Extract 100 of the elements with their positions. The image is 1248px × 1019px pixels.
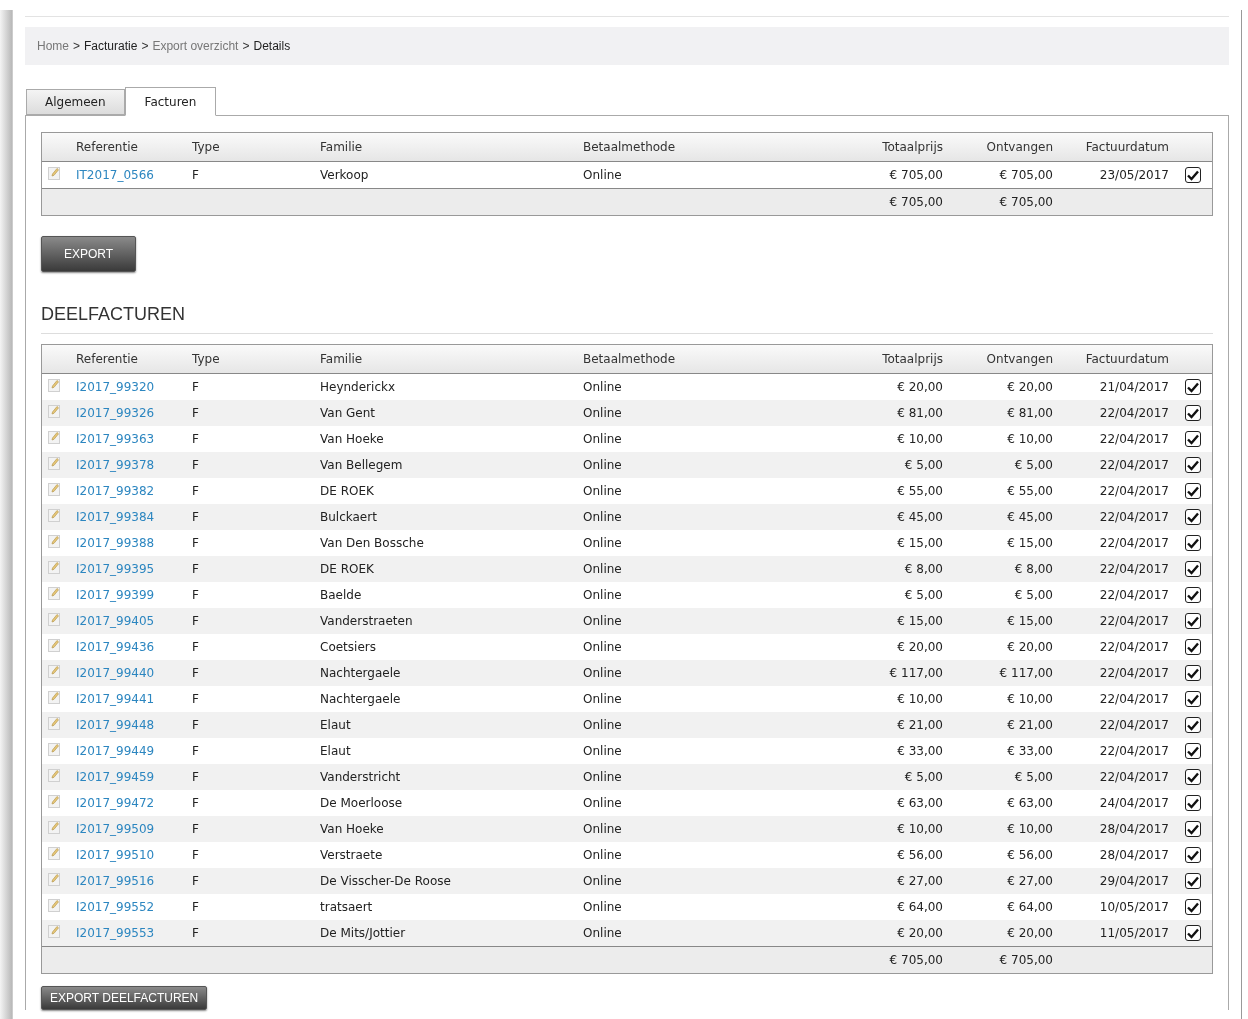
reference-link[interactable]: I2017_99552 xyxy=(72,900,155,914)
table-cell-text: Online xyxy=(582,744,623,758)
table-cell-text: F xyxy=(191,168,200,182)
checkbox[interactable] xyxy=(1185,613,1201,629)
table-cell-text: Van Hoeke xyxy=(319,432,385,446)
table-cell-text: F xyxy=(191,744,200,758)
checkbox[interactable] xyxy=(1185,167,1201,183)
checkbox[interactable] xyxy=(1185,665,1201,681)
export-button[interactable]: EXPORT xyxy=(41,236,137,272)
reference-link[interactable]: I2017_99405 xyxy=(72,614,155,628)
checkbox[interactable] xyxy=(1185,483,1201,499)
table-cell-text: F xyxy=(191,484,200,498)
table-cell-text: 22/04/2017 xyxy=(1098,614,1170,628)
checkbox[interactable] xyxy=(1185,769,1201,785)
reference-link[interactable]: I2017_99516 xyxy=(72,874,155,888)
reference-link[interactable]: I2017_99510 xyxy=(72,848,155,862)
table-cell-text: 11/05/2017 xyxy=(1098,926,1170,940)
reference-link[interactable]: I2017_99326 xyxy=(72,406,155,420)
column-header: Type xyxy=(191,140,221,154)
checkbox[interactable] xyxy=(1185,795,1201,811)
reference-link[interactable]: I2017_99388 xyxy=(72,536,155,550)
table-cell-text: € 56,00 xyxy=(1006,848,1054,862)
tab[interactable]: Algemeen xyxy=(26,89,125,115)
reference-link[interactable]: I2017_99472 xyxy=(72,796,155,810)
checkbox[interactable] xyxy=(1185,431,1201,447)
checkbox[interactable] xyxy=(1185,691,1201,707)
table-cell-text: Van Hoeke xyxy=(319,822,385,836)
table-cell-text: € 64,00 xyxy=(896,900,944,914)
table-cell-text: 23/05/2017 xyxy=(1098,168,1170,182)
reference-link[interactable]: I2017_99395 xyxy=(72,562,155,576)
checkbox[interactable] xyxy=(1185,925,1201,941)
checkbox[interactable] xyxy=(1185,639,1201,655)
breadcrumb-link[interactable]: Home xyxy=(37,39,69,53)
reference-link[interactable]: I2017_99363 xyxy=(72,432,155,446)
reference-link[interactable]: I2017_99382 xyxy=(72,484,155,498)
checkbox[interactable] xyxy=(1185,457,1201,473)
table-cell-text: Online xyxy=(582,666,623,680)
checkbox[interactable] xyxy=(1185,379,1201,395)
table-cell-text: € 55,00 xyxy=(896,484,944,498)
table-cell-text: € 63,00 xyxy=(896,796,944,810)
table-cell-text: tratsaert xyxy=(319,900,374,914)
checkbox[interactable] xyxy=(1185,821,1201,837)
breadcrumb-link[interactable]: Export overzicht xyxy=(152,39,239,53)
table-cell-text: 29/04/2017 xyxy=(1098,874,1170,888)
reference-link[interactable]: I2017_99378 xyxy=(72,458,155,472)
reference-link[interactable]: I2017_99448 xyxy=(72,718,155,732)
column-header: Factuurdatum xyxy=(1084,352,1170,366)
table-cell-text: F xyxy=(191,926,200,940)
table-cell-text: 22/04/2017 xyxy=(1098,562,1170,576)
checkbox[interactable] xyxy=(1185,561,1201,577)
column-header: Betaalmethode xyxy=(582,352,677,366)
table-cell-text: Online xyxy=(582,168,623,182)
table-cell-text: DE ROEK xyxy=(319,484,375,498)
reference-link[interactable]: I2017_99441 xyxy=(72,692,155,706)
checkbox[interactable] xyxy=(1185,873,1201,889)
table-cell-text: 22/04/2017 xyxy=(1098,432,1170,446)
checkbox[interactable] xyxy=(1185,717,1201,733)
total-cell-text: € 705,00 xyxy=(998,195,1054,209)
table-cell-text: € 8,00 xyxy=(1013,562,1054,576)
table-cell-text: Online xyxy=(582,718,623,732)
table-cell-text: 22/04/2017 xyxy=(1098,510,1170,524)
table-cell-text: € 45,00 xyxy=(1006,510,1054,524)
table-cell-text: F xyxy=(191,796,200,810)
reference-link[interactable]: I2017_99459 xyxy=(72,770,155,784)
reference-link[interactable]: I2017_99436 xyxy=(72,640,155,654)
checkbox[interactable] xyxy=(1185,535,1201,551)
table-cell-text: 21/04/2017 xyxy=(1098,380,1170,394)
breadcrumb-item: Details xyxy=(253,39,291,53)
table-cell-text: Nachtergaele xyxy=(319,692,402,706)
table-cell-text: Online xyxy=(582,822,623,836)
reference-link[interactable]: I2017_99440 xyxy=(72,666,155,680)
checkbox[interactable] xyxy=(1185,509,1201,525)
column-header: Ontvangen xyxy=(985,352,1054,366)
reference-link[interactable]: I2017_99384 xyxy=(72,510,155,524)
reference-link[interactable]: I2017_99553 xyxy=(72,926,155,940)
table-cell-text: F xyxy=(191,640,200,654)
export-button[interactable]: EXPORT DEELFACTUREN xyxy=(41,986,208,1010)
column-header: Totaalprijs xyxy=(881,140,944,154)
checkbox[interactable] xyxy=(1185,405,1201,421)
checkbox[interactable] xyxy=(1185,847,1201,863)
checkbox[interactable] xyxy=(1185,899,1201,915)
reference-link[interactable]: I2017_99320 xyxy=(72,380,155,394)
table-cell-text: € 5,00 xyxy=(1013,770,1054,784)
table-cell-text: Coetsiers xyxy=(319,640,377,654)
reference-link[interactable]: I2017_99509 xyxy=(72,822,155,836)
table-cell-text: € 10,00 xyxy=(896,692,944,706)
reference-link[interactable]: IT2017_0566 xyxy=(72,168,154,182)
reference-link[interactable]: I2017_99399 xyxy=(72,588,155,602)
table-cell-text: € 45,00 xyxy=(896,510,944,524)
table-cell-text: F xyxy=(191,692,200,706)
total-cell-text: € 705,00 xyxy=(998,953,1054,967)
table-cell-text: F xyxy=(191,458,200,472)
table-cell-text: € 5,00 xyxy=(1013,458,1054,472)
tab[interactable]: Facturen xyxy=(124,87,217,116)
table-cell-text: € 15,00 xyxy=(1006,614,1054,628)
reference-link[interactable]: I2017_99449 xyxy=(72,744,155,758)
checkbox[interactable] xyxy=(1185,743,1201,759)
checkbox[interactable] xyxy=(1185,587,1201,603)
table-cell-text: Online xyxy=(582,874,623,888)
table-cell-text: Online xyxy=(582,458,623,472)
